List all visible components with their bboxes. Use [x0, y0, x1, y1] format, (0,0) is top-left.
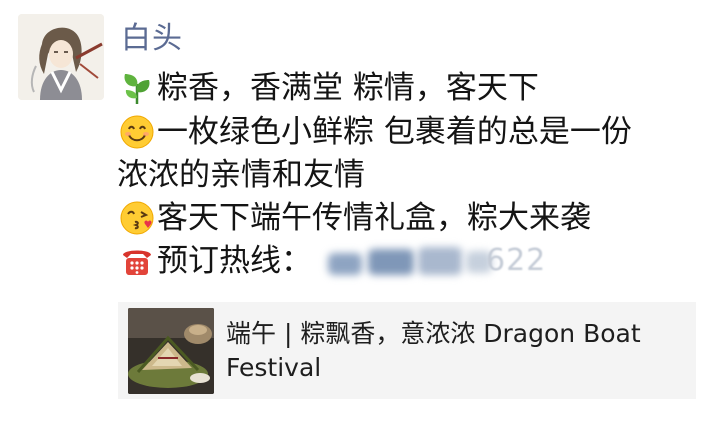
shared-link-card[interactable]: 端午 | 粽飘香，意浓浓 Dragon Boat Festival [118, 302, 696, 399]
post-text-line: 一枚绿色小鲜粽 包裹着的总是一份 [117, 112, 632, 152]
redacted-phone-number: 622 [326, 243, 545, 279]
post-text-line: 浓浓的亲情和友情 [117, 155, 365, 195]
post-text: 一枚绿色小鲜粽 包裹着的总是一份 [157, 114, 632, 150]
link-thumbnail [128, 307, 214, 394]
avatar-illustration [18, 14, 104, 100]
phone-number-visible-tail: 622 [486, 243, 547, 278]
post-text: 浓浓的亲情和友情 [117, 157, 365, 193]
moments-post: 白头 粽香，香满堂 粽情，客天下 一枚绿色小鲜粽 包裹着的总是一份 浓浓的亲情和… [0, 0, 720, 424]
telephone-icon [117, 241, 157, 281]
avatar[interactable] [18, 14, 104, 100]
smiling-face-icon [117, 112, 157, 152]
post-text-line: 客天下端午传情礼盒，粽大来袭 [117, 198, 591, 238]
post-text-line: 粽香，香满堂 粽情，客天下 [117, 68, 539, 108]
post-text: 粽香，香满堂 粽情，客天下 [157, 70, 539, 106]
post-text: 预订热线： [157, 243, 312, 279]
nickname[interactable]: 白头 [121, 20, 183, 58]
herb-icon [117, 68, 157, 108]
post-text-line: 预订热线： 622 [117, 241, 545, 281]
kissing-face-icon [117, 198, 157, 238]
post-text: 客天下端午传情礼盒，粽大来袭 [157, 200, 591, 236]
link-title: 端午 | 粽飘香，意浓浓 Dragon Boat Festival [226, 318, 641, 382]
